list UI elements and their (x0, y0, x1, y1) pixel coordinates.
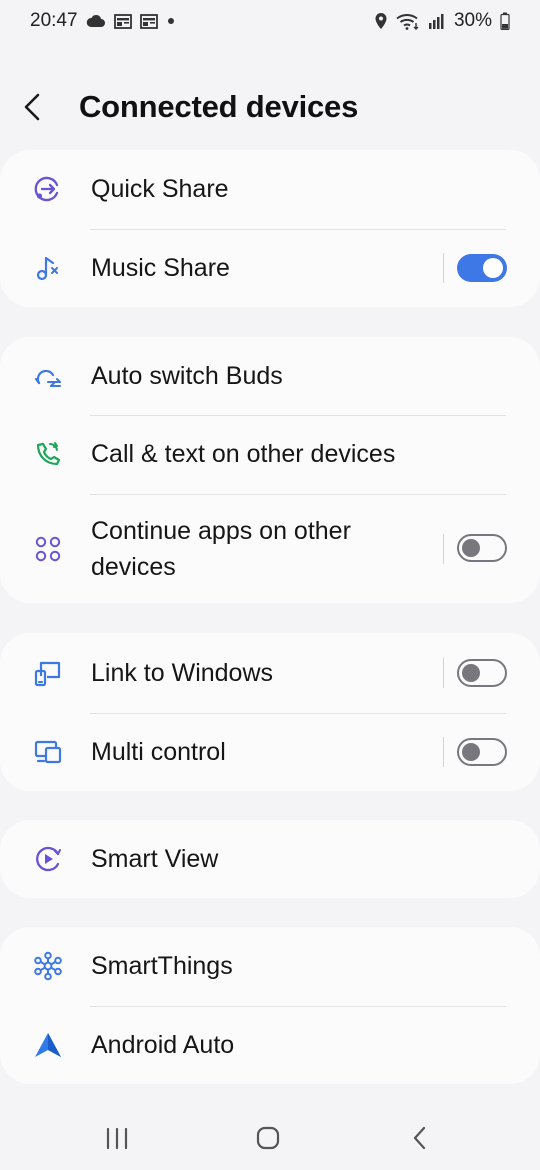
battery-percent: 30% (453, 10, 492, 31)
back-icon (413, 1126, 426, 1150)
cloud-icon (86, 14, 105, 27)
continue-apps-toggle[interactable] (457, 534, 507, 562)
toggle-knob (462, 743, 480, 761)
music-share-toggle[interactable] (457, 254, 507, 282)
status-bar: 20:47 30% (0, 0, 540, 42)
location-icon (375, 13, 387, 29)
multi-control-toggle[interactable] (457, 738, 507, 766)
nav-back-button[interactable] (400, 1120, 440, 1156)
battery-icon (500, 12, 510, 30)
signal-icon (428, 14, 444, 29)
continue-apps-row[interactable]: Continue apps on other devices (0, 494, 540, 603)
link-to-windows-toggle[interactable] (457, 659, 507, 687)
auto-switch-buds-label: Auto switch Buds (91, 362, 283, 390)
back-button[interactable] (22, 78, 82, 136)
smartthings-icon (33, 951, 63, 981)
multi-control-icon (33, 737, 63, 767)
news-icon (139, 13, 158, 29)
news-icon (113, 13, 132, 29)
call-text-label: Call & text on other devices (91, 440, 396, 468)
smart-view-label: Smart View (91, 845, 219, 873)
toggle-knob (462, 664, 480, 682)
wifi-icon (396, 14, 419, 30)
status-time: 20:47 (30, 10, 78, 31)
settings-group-sharing: Quick Share Music Share (0, 150, 540, 307)
link-to-windows-icon (33, 658, 63, 688)
recent-apps-icon (106, 1127, 128, 1150)
music-share-label: Music Share (91, 254, 230, 282)
toggle-separator (443, 658, 444, 688)
android-auto-label: Android Auto (91, 1031, 235, 1059)
toggle-knob (483, 258, 503, 278)
link-to-windows-row[interactable]: Link to Windows (0, 633, 540, 713)
toggle-separator (443, 737, 444, 767)
quick-share-icon (33, 174, 63, 204)
continue-apps-icon (33, 534, 63, 564)
page-title: Connected devices (79, 89, 359, 124)
quick-share-row[interactable]: Quick Share (0, 150, 540, 229)
call-text-icon (33, 439, 63, 469)
continue-apps-label: Continue apps on other devices (91, 517, 351, 581)
settings-group-other: SmartThings Android Auto (0, 927, 540, 1084)
music-share-icon (33, 253, 63, 283)
home-button[interactable] (248, 1120, 288, 1156)
settings-group-smart-view: Smart View (0, 820, 540, 898)
settings-group-continuity: Auto switch Buds Call & text on other de… (0, 337, 540, 603)
music-share-row[interactable]: Music Share (0, 229, 540, 307)
toggle-knob (462, 539, 480, 557)
home-icon (256, 1126, 280, 1150)
toggle-separator (443, 534, 444, 564)
settings-group-windows: Link to Windows Multi control (0, 633, 540, 791)
link-to-windows-label: Link to Windows (91, 659, 274, 687)
android-auto-icon (33, 1030, 63, 1060)
smart-view-icon (33, 844, 63, 874)
back-arrow-icon (24, 93, 40, 121)
status-left: 20:47 (30, 10, 176, 32)
dot-icon (167, 18, 174, 24)
smartthings-row[interactable]: SmartThings (0, 927, 540, 1006)
android-auto-row[interactable]: Android Auto (0, 1006, 540, 1084)
auto-switch-buds-icon (33, 361, 63, 391)
auto-switch-buds-row[interactable]: Auto switch Buds (0, 337, 540, 416)
multi-control-row[interactable]: Multi control (0, 713, 540, 791)
smart-view-row[interactable]: Smart View (0, 820, 540, 898)
recent-apps-button[interactable] (97, 1120, 137, 1156)
smartthings-label: SmartThings (91, 952, 233, 980)
app-header: Connected devices (0, 78, 540, 136)
quick-share-label: Quick Share (91, 175, 229, 203)
status-right: 30% (374, 10, 510, 32)
multi-control-label: Multi control (91, 738, 226, 766)
toggle-separator (443, 253, 444, 283)
call-text-row[interactable]: Call & text on other devices (0, 415, 540, 494)
navigation-bar (0, 1100, 540, 1170)
